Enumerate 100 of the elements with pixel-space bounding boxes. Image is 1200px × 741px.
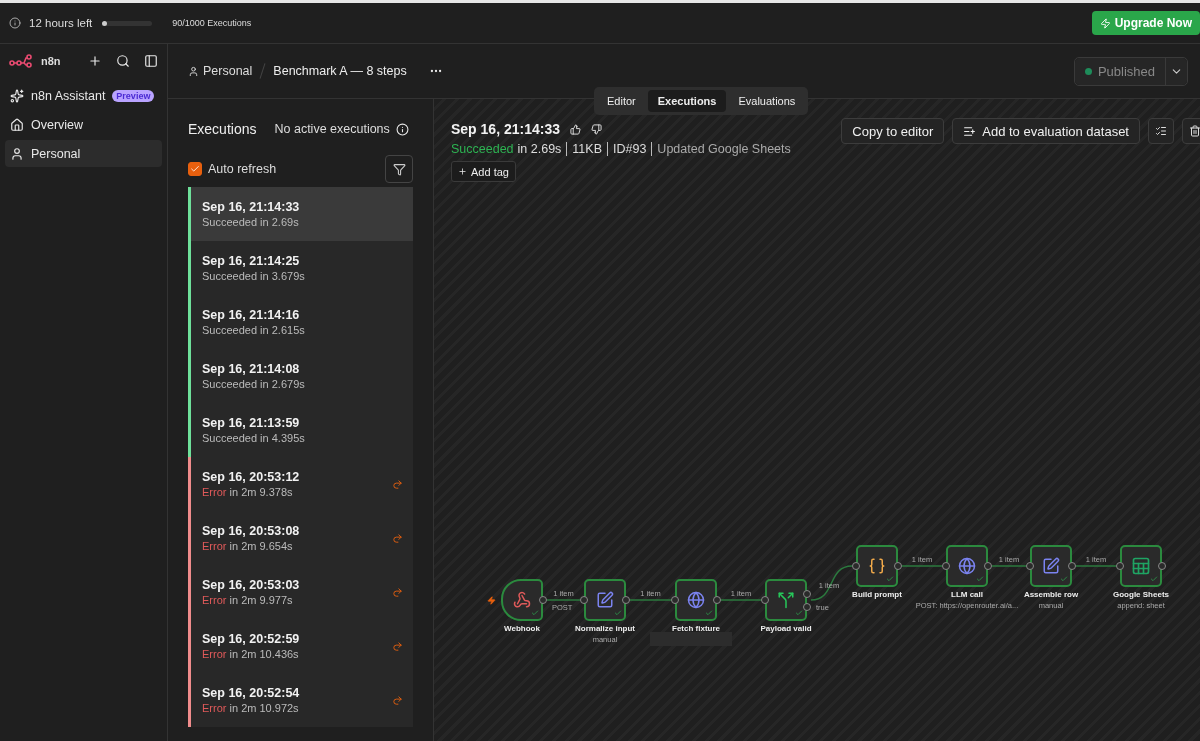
output-handle[interactable] bbox=[894, 562, 902, 570]
input-handle[interactable] bbox=[852, 562, 860, 570]
execution-time: Sep 16, 20:52:59 bbox=[202, 632, 301, 646]
user-icon bbox=[188, 65, 199, 77]
execution-time: Sep 16, 20:53:12 bbox=[202, 470, 301, 484]
braces-icon bbox=[868, 557, 886, 575]
node-label: Payload valid bbox=[760, 624, 812, 633]
connection-line bbox=[901, 565, 943, 567]
node-label: LLM call bbox=[951, 590, 983, 599]
filter-icon bbox=[392, 162, 406, 176]
success-check-icon bbox=[795, 609, 803, 617]
sidebar-toggle-icon[interactable] bbox=[144, 54, 158, 68]
info-icon[interactable] bbox=[395, 122, 409, 136]
execution-time: Sep 16, 20:53:08 bbox=[202, 524, 301, 538]
user-icon bbox=[10, 146, 24, 161]
execution-title: Sep 16, 21:14:33 bbox=[451, 121, 560, 137]
input-handle[interactable] bbox=[761, 596, 769, 604]
filter-button[interactable] bbox=[385, 155, 413, 183]
workflow-name[interactable]: Benchmark A — 8 steps bbox=[273, 64, 407, 78]
check-icon bbox=[190, 164, 200, 174]
retry-icon[interactable] bbox=[392, 532, 403, 544]
output-handle[interactable] bbox=[622, 596, 630, 604]
view-tab[interactable]: Executions bbox=[647, 90, 727, 112]
node-label: Fetch fixture bbox=[672, 624, 720, 633]
execution-time: Sep 16, 20:53:03 bbox=[202, 578, 301, 592]
success-check-icon bbox=[1150, 575, 1158, 583]
output-handle[interactable] bbox=[713, 596, 721, 604]
input-handle[interactable] bbox=[671, 596, 679, 604]
output-handle[interactable] bbox=[1068, 562, 1076, 570]
connection-line bbox=[810, 565, 853, 601]
logo-text: n8n bbox=[41, 55, 61, 67]
view-tab[interactable]: Editor bbox=[597, 90, 646, 112]
node-label: Normalize input bbox=[575, 624, 635, 633]
sidebar-item-label: n8n Assistant bbox=[31, 88, 106, 103]
trial-remaining: 12 hours left bbox=[29, 17, 93, 29]
execution-time: Sep 16, 21:14:16 bbox=[202, 308, 301, 322]
execution-time: Sep 16, 21:13:59 bbox=[202, 416, 301, 430]
retry-icon[interactable] bbox=[392, 694, 403, 706]
home-icon bbox=[10, 117, 24, 132]
connection-line bbox=[720, 599, 762, 601]
auto-refresh-checkbox[interactable] bbox=[188, 162, 202, 176]
input-handle[interactable] bbox=[1026, 562, 1034, 570]
thumbs-down-icon[interactable] bbox=[590, 123, 602, 135]
input-handle[interactable] bbox=[1116, 562, 1124, 570]
lightning-icon bbox=[1099, 17, 1111, 29]
output-handle[interactable] bbox=[539, 596, 547, 604]
success-check-icon bbox=[976, 575, 984, 583]
execution-time: Sep 16, 20:52:54 bbox=[202, 686, 301, 700]
add-to-dataset-button[interactable]: Add to evaluation dataset bbox=[952, 118, 1140, 144]
executions-title: Executions bbox=[188, 121, 257, 137]
retry-icon[interactable] bbox=[392, 640, 403, 652]
execution-time: Sep 16, 21:14:25 bbox=[202, 254, 301, 268]
connection-line bbox=[629, 599, 672, 601]
view-tab[interactable]: Evaluations bbox=[728, 90, 806, 112]
workflow-link[interactable]: Updated Google Sheets bbox=[651, 142, 796, 156]
execution-status: Error in 2m 10.436s bbox=[202, 648, 300, 660]
node-label: Assemble row bbox=[1023, 590, 1079, 599]
output-handle[interactable] bbox=[1158, 562, 1166, 570]
info-icon bbox=[9, 17, 21, 29]
plus-icon bbox=[458, 167, 467, 176]
thumbs-up-icon[interactable] bbox=[569, 123, 581, 135]
success-check-icon bbox=[705, 609, 713, 617]
checklist-button[interactable] bbox=[1148, 118, 1174, 144]
sidebar-item[interactable]: Overview bbox=[5, 111, 162, 138]
split-arrow-icon bbox=[777, 591, 795, 609]
search-icon[interactable] bbox=[116, 54, 130, 68]
add-tag-button[interactable]: Add tag bbox=[451, 161, 516, 182]
webhook-icon bbox=[513, 591, 531, 609]
retry-icon[interactable] bbox=[392, 586, 403, 598]
project-link[interactable]: Personal bbox=[188, 64, 253, 78]
input-handle[interactable] bbox=[580, 596, 588, 604]
input-handle[interactable] bbox=[942, 562, 950, 570]
globe-icon bbox=[687, 591, 705, 609]
output-handle[interactable] bbox=[984, 562, 992, 570]
execution-time: Sep 16, 21:14:08 bbox=[202, 362, 301, 376]
add-icon[interactable] bbox=[88, 54, 102, 68]
execution-duration: in 2.69s bbox=[516, 142, 563, 156]
list-plus-icon bbox=[963, 124, 977, 138]
execution-status: Error in 2m 10.972s bbox=[202, 702, 300, 714]
sidebar-item-label: Overview bbox=[31, 117, 84, 132]
execution-status: Succeeded in 2.69s bbox=[202, 216, 300, 228]
execution-time: Sep 16, 21:14:33 bbox=[202, 200, 301, 214]
spreadsheet-icon bbox=[1131, 556, 1151, 576]
execution-size: 11KB bbox=[566, 142, 607, 156]
globe-icon bbox=[958, 557, 976, 575]
logo-icon bbox=[9, 54, 35, 68]
published-button[interactable]: Published bbox=[1074, 57, 1165, 85]
connection-line bbox=[991, 565, 1027, 567]
retry-icon[interactable] bbox=[392, 478, 403, 490]
connection-line bbox=[1075, 565, 1117, 567]
copy-to-editor-button[interactable]: Copy to editor bbox=[841, 118, 945, 144]
sidebar-item[interactable]: n8n Assistant Preview bbox=[5, 82, 162, 109]
execution-item[interactable]: Sep 16, 21:14:33 Succeeded in 2.69s bbox=[188, 187, 413, 241]
publish-dropdown-button[interactable] bbox=[1165, 57, 1187, 85]
execution-status: Succeeded bbox=[451, 142, 514, 156]
trash-icon bbox=[1189, 125, 1200, 137]
node-label: Google Sheets bbox=[1113, 590, 1169, 599]
success-check-icon bbox=[614, 609, 622, 617]
sidebar-item[interactable]: Personal bbox=[5, 140, 162, 167]
execution-status: Succeeded in 4.395s bbox=[202, 432, 306, 444]
